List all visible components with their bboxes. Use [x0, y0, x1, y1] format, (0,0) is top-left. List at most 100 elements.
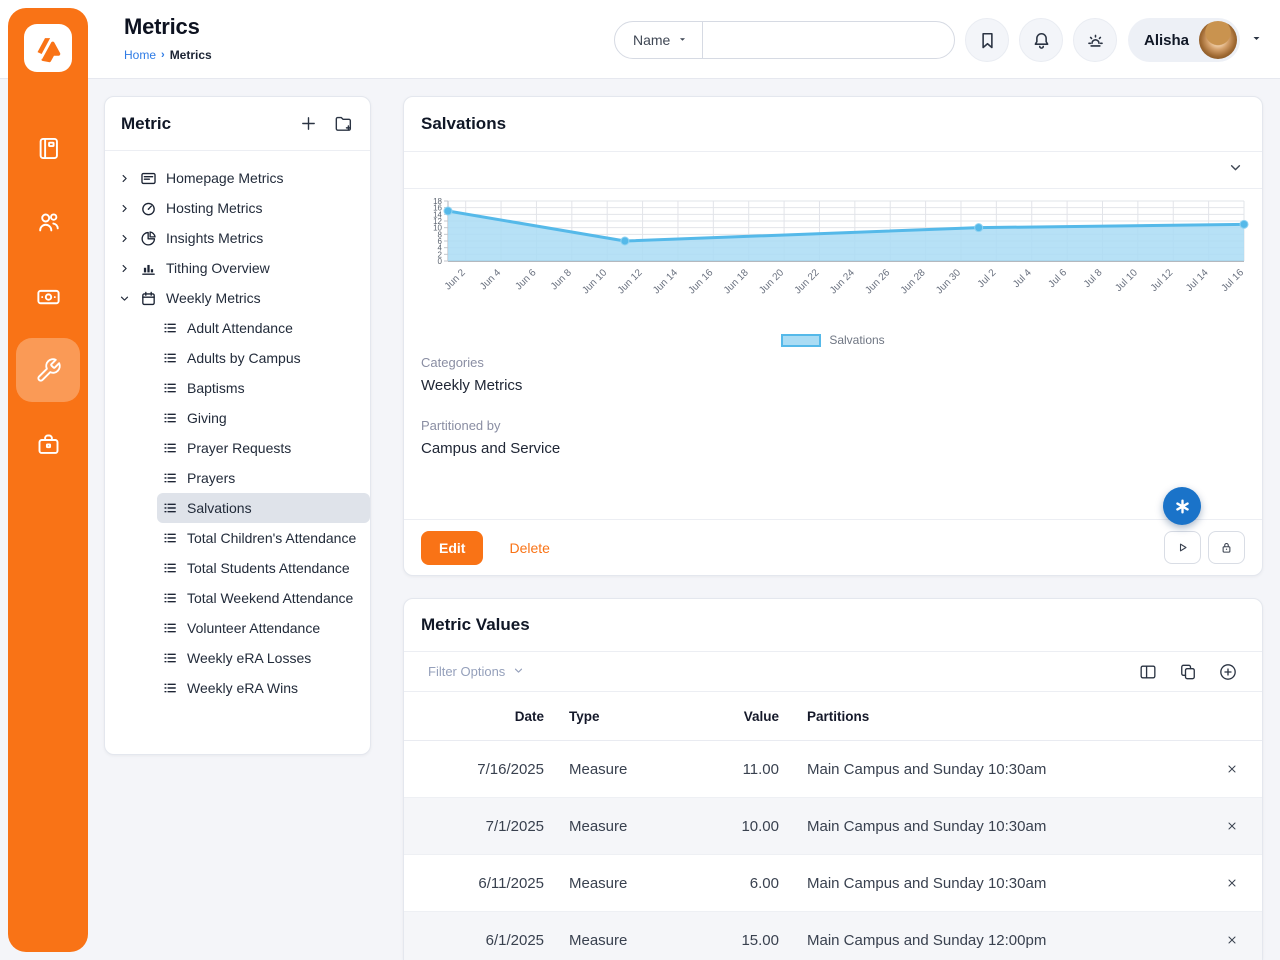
asterisk-badge[interactable] — [1163, 487, 1201, 525]
metric-value-row[interactable]: 7/1/2025Measure10.00Main Campus and Sund… — [404, 798, 1262, 855]
svg-text:Jun 2: Jun 2 — [443, 267, 468, 292]
svg-text:Jun 8: Jun 8 — [549, 267, 574, 292]
sidebar-item-people[interactable] — [16, 190, 80, 254]
tree-item-label: Adult Attendance — [187, 320, 293, 336]
tree-item-homepage-metrics[interactable]: Homepage Metrics — [105, 163, 370, 193]
briefcase-icon — [35, 431, 62, 458]
svg-text:Jun 10: Jun 10 — [580, 267, 609, 296]
tree-item-salvations[interactable]: Salvations — [157, 493, 370, 523]
cell-value: 11.00 — [644, 761, 779, 778]
play-icon — [1175, 540, 1190, 555]
svg-text:Jul 12: Jul 12 — [1149, 267, 1176, 294]
rock-logo[interactable] — [24, 24, 72, 72]
list-icon — [162, 680, 178, 696]
cell-value: 10.00 — [644, 818, 779, 835]
close-icon — [1225, 933, 1239, 947]
sidebar-item-briefcase[interactable] — [16, 412, 80, 476]
grid-copy-button[interactable] — [1178, 662, 1198, 682]
tree-item-baptisms[interactable]: Baptisms — [157, 373, 370, 403]
search-type-label: Name — [633, 32, 670, 48]
tree-item-weekly-era-losses[interactable]: Weekly eRA Losses — [157, 643, 370, 673]
bookmark-button[interactable] — [965, 18, 1009, 62]
metric-value-row[interactable]: 7/16/2025Measure11.00Main Campus and Sun… — [404, 741, 1262, 798]
tree-item-label: Insights Metrics — [166, 230, 263, 246]
delete-row-button[interactable] — [1221, 815, 1243, 837]
security-button[interactable] — [1208, 531, 1245, 564]
sidebar-item-journal[interactable] — [16, 116, 80, 180]
tree-item-insights-metrics[interactable]: Insights Metrics — [105, 223, 370, 253]
tree-item-weekly-era-wins[interactable]: Weekly eRA Wins — [157, 673, 370, 703]
plus-circle-icon — [1218, 662, 1238, 682]
legend-label: Salvations — [829, 333, 884, 347]
journal-icon — [35, 135, 62, 162]
column-header-date[interactable]: Date — [404, 709, 544, 724]
tree-item-giving[interactable]: Giving — [157, 403, 370, 433]
tree-item-hosting-metrics[interactable]: Hosting Metrics — [105, 193, 370, 223]
tree-item-label: Hosting Metrics — [166, 200, 262, 216]
column-header-partitions[interactable]: Partitions — [779, 709, 1202, 724]
tree-item-label: Tithing Overview — [166, 260, 270, 276]
sunrise-button[interactable] — [1073, 18, 1117, 62]
search-input[interactable] — [703, 22, 954, 58]
svg-text:Jun 20: Jun 20 — [757, 267, 786, 296]
svg-text:18: 18 — [433, 197, 442, 206]
tree-item-weekly-metrics[interactable]: Weekly Metrics — [105, 283, 370, 313]
tree-item-total-children-s-attendance[interactable]: Total Children's Attendance — [157, 523, 370, 553]
chev-down-icon — [512, 664, 525, 677]
delete-row-button[interactable] — [1221, 929, 1243, 951]
cell-value: 6.00 — [644, 875, 779, 892]
svg-text:Jun 30: Jun 30 — [934, 267, 963, 296]
bar-chart-icon — [140, 260, 157, 277]
caret-down-icon — [1250, 32, 1263, 45]
user-menu[interactable]: Alisha — [1128, 18, 1240, 62]
table-body: 7/16/2025Measure11.00Main Campus and Sun… — [404, 741, 1262, 960]
list-icon — [162, 320, 178, 336]
grid-plus-circle-button[interactable] — [1218, 662, 1238, 682]
tree-item-adults-by-campus[interactable]: Adults by Campus — [157, 343, 370, 373]
list-icon — [162, 350, 178, 366]
tree-item-prayer-requests[interactable]: Prayer Requests — [157, 433, 370, 463]
delete-button[interactable]: Delete — [509, 540, 549, 556]
partitioned-by-label: Partitioned by — [421, 418, 501, 433]
svg-text:Jul 10: Jul 10 — [1113, 267, 1140, 294]
chart-options-toggle[interactable] — [404, 152, 1262, 189]
svg-text:Jul 6: Jul 6 — [1047, 267, 1070, 290]
filter-options-toggle[interactable]: Filter Options — [428, 664, 525, 680]
sidebar-item-wrench[interactable] — [16, 338, 80, 402]
sidebar-item-cash[interactable] — [16, 264, 80, 328]
edit-button[interactable]: Edit — [421, 531, 483, 565]
tree-item-label: Total Weekend Attendance — [187, 590, 353, 606]
tree-item-adult-attendance[interactable]: Adult Attendance — [157, 313, 370, 343]
column-header-type[interactable]: Type — [544, 709, 644, 724]
tree-item-volunteer-attendance[interactable]: Volunteer Attendance — [157, 613, 370, 643]
user-menu-caret-icon[interactable] — [1250, 32, 1263, 50]
svg-text:Jul 16: Jul 16 — [1219, 267, 1246, 294]
tree-item-tithing-overview[interactable]: Tithing Overview — [105, 253, 370, 283]
chart-legend: Salvations — [404, 333, 1262, 347]
delete-row-button[interactable] — [1221, 872, 1243, 894]
tree-item-prayers[interactable]: Prayers — [157, 463, 370, 493]
metric-value-row[interactable]: 6/1/2025Measure15.00Main Campus and Sund… — [404, 912, 1262, 960]
svg-text:Jun 16: Jun 16 — [686, 267, 715, 296]
tree-item-label: Prayers — [187, 470, 235, 486]
bell-button[interactable] — [1019, 18, 1063, 62]
run-button[interactable] — [1164, 531, 1201, 564]
search-type-dropdown[interactable]: Name — [615, 22, 703, 58]
cell-date: 7/1/2025 — [404, 818, 544, 835]
lock-icon — [1219, 540, 1234, 555]
grid-table-columns-button[interactable] — [1138, 662, 1158, 682]
breadcrumb-home-link[interactable]: Home — [124, 48, 156, 62]
tree-folder-plus-button[interactable] — [333, 113, 354, 134]
sunrise-icon — [1085, 30, 1106, 51]
svg-text:Jul 8: Jul 8 — [1082, 267, 1105, 290]
delete-row-button[interactable] — [1221, 758, 1243, 780]
tree-plus-button[interactable] — [298, 113, 319, 134]
svg-text:Jun 14: Jun 14 — [651, 267, 680, 296]
tree-item-label: Adults by Campus — [187, 350, 301, 366]
tree-item-total-weekend-attendance[interactable]: Total Weekend Attendance — [157, 583, 370, 613]
tree-item-total-students-attendance[interactable]: Total Students Attendance — [157, 553, 370, 583]
cell-value: 15.00 — [644, 932, 779, 949]
column-header-value[interactable]: Value — [644, 709, 779, 724]
metric-value-row[interactable]: 6/11/2025Measure6.00Main Campus and Sund… — [404, 855, 1262, 912]
copy-icon — [1178, 662, 1198, 682]
